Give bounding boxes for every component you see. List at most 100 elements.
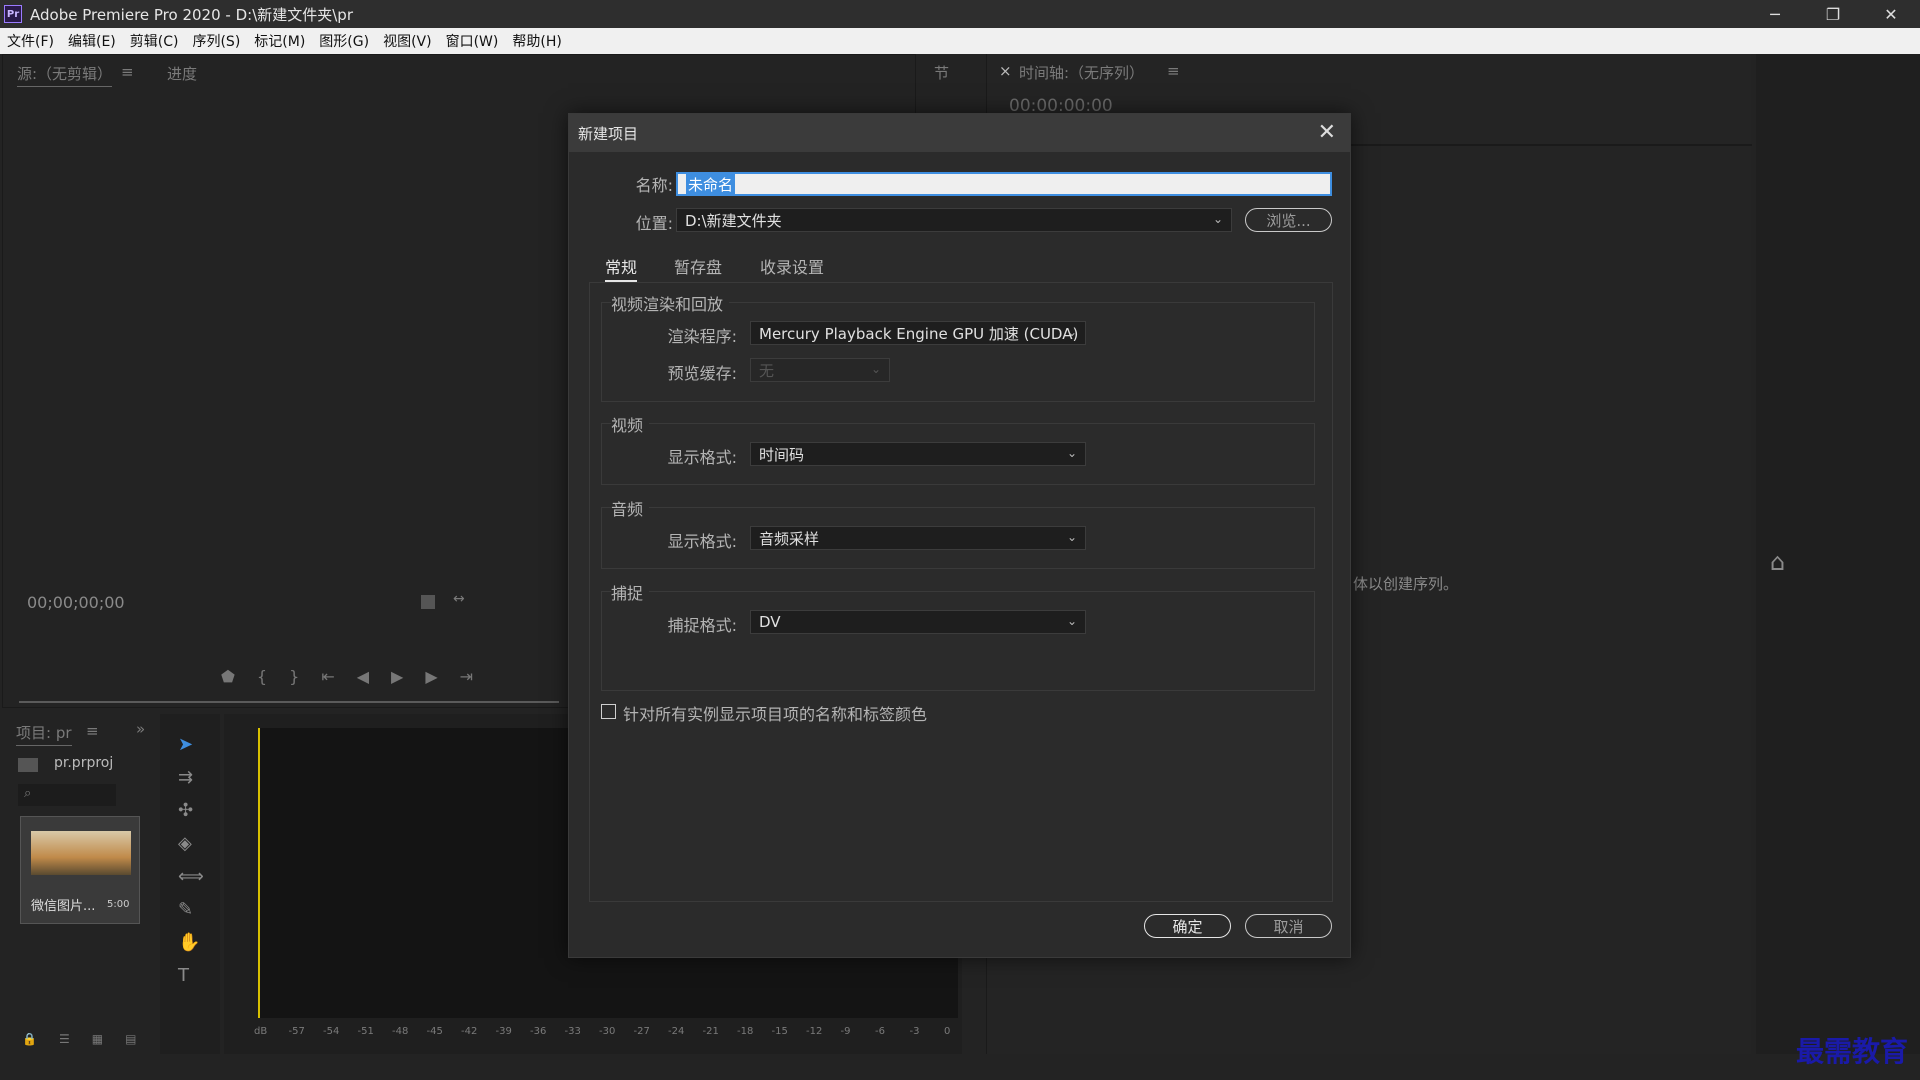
meter-tick-label: -21 xyxy=(702,1026,719,1037)
chevron-down-icon: ⌄ xyxy=(870,362,881,376)
dialog-title-bar: 新建项目 ✕ xyxy=(569,114,1350,152)
cancel-button[interactable]: 取消 xyxy=(1245,914,1332,938)
razor-tool-icon[interactable]: ◈ xyxy=(178,833,204,854)
tab-timeline[interactable]: 时间轴:（无序列） xyxy=(1019,62,1144,83)
video-title: 视频 xyxy=(611,412,650,436)
meter-tick-label: -18 xyxy=(737,1026,754,1037)
selection-tool-icon[interactable]: ➤ xyxy=(178,734,204,755)
list-view-icon[interactable]: ☰ xyxy=(59,1032,70,1046)
capture-format-select[interactable]: DV ⌄ xyxy=(750,610,1086,634)
ripple-edit-icon[interactable]: ✣ xyxy=(178,800,204,821)
source-scrubber[interactable] xyxy=(19,701,559,703)
menu-help[interactable]: 帮助(H) xyxy=(505,31,568,51)
meter-tick-label: -9 xyxy=(840,1026,851,1037)
source-timecode: 00;00;00;00 xyxy=(27,593,125,612)
track-select-icon[interactable]: ⇉ xyxy=(178,767,204,788)
menu-markers[interactable]: 标记(M) xyxy=(247,31,312,51)
capture-format-value: DV xyxy=(759,613,781,631)
meter-tick-label: -24 xyxy=(668,1026,685,1037)
thumbnail-duration: 5:00 xyxy=(107,899,130,910)
menu-file[interactable]: 文件(F) xyxy=(0,31,61,51)
home-icon[interactable]: ⌂ xyxy=(1770,548,1785,576)
project-menu-icon[interactable]: ≡ xyxy=(86,722,99,740)
type-tool-icon[interactable]: T xyxy=(178,965,204,986)
tab-menu-icon[interactable]: ≡ xyxy=(121,63,134,81)
show-names-label: 针对所有实例显示项目项的名称和标签颜色 xyxy=(623,705,928,724)
audio-display-format-value: 音频采样 xyxy=(759,529,820,548)
mark-in-icon[interactable]: { xyxy=(257,667,267,686)
meter-tick-label: -6 xyxy=(875,1026,885,1037)
lock-icon[interactable]: 🔒 xyxy=(22,1032,37,1046)
chevron-down-icon: ⌄ xyxy=(1212,212,1223,226)
play-icon[interactable]: ▶ xyxy=(391,667,403,686)
menu-edit[interactable]: 编辑(E) xyxy=(61,31,123,51)
insert-icon[interactable]: ↔ xyxy=(453,591,465,607)
tab-source[interactable]: 源:（无剪辑） xyxy=(17,63,113,87)
browse-button[interactable]: 浏览... xyxy=(1245,208,1332,232)
menu-window[interactable]: 窗口(W) xyxy=(439,31,506,51)
window-title: Adobe Premiere Pro 2020 - D:\新建文件夹\pr xyxy=(30,5,353,24)
location-select[interactable]: D:\新建文件夹 ⌄ xyxy=(676,208,1232,232)
go-to-out-icon[interactable]: ⇥ xyxy=(460,667,473,686)
capture-group xyxy=(601,591,1315,691)
preview-cache-value: 无 xyxy=(759,361,775,380)
menu-view[interactable]: 视图(V) xyxy=(376,31,439,51)
export-frame-icon[interactable] xyxy=(421,595,435,609)
meter-tick-label: -42 xyxy=(461,1026,478,1037)
show-names-checkbox[interactable] xyxy=(601,704,616,719)
minimize-button[interactable]: ─ xyxy=(1746,0,1804,28)
capture-title: 捕捉 xyxy=(611,580,650,604)
media-thumbnail[interactable]: 微信图片... 5:00 xyxy=(20,816,140,924)
project-name-value: 未命名 xyxy=(686,173,736,195)
video-render-group xyxy=(601,302,1315,402)
renderer-select[interactable]: Mercury Playback Engine GPU 加速 (CUDA) ⌄ xyxy=(750,321,1086,345)
tab-project[interactable]: 项目: pr xyxy=(16,722,72,746)
meter-tick-label: -3 xyxy=(909,1026,920,1037)
chevron-down-icon: ⌄ xyxy=(1066,325,1077,339)
close-window-button[interactable]: ✕ xyxy=(1862,0,1920,28)
ok-button[interactable]: 确定 xyxy=(1144,914,1231,938)
add-marker-icon[interactable]: ⬟ xyxy=(221,667,235,686)
menu-sequence[interactable]: 序列(S) xyxy=(185,31,247,51)
mark-out-icon[interactable]: } xyxy=(289,667,299,686)
project-name-input[interactable]: 未命名 xyxy=(676,172,1332,196)
tab-ingest-settings[interactable]: 收录设置 xyxy=(760,254,824,278)
freeform-view-icon[interactable]: ▤ xyxy=(125,1032,136,1046)
chevron-down-icon: ⌄ xyxy=(1066,530,1077,544)
project-search-input[interactable]: ⌕ xyxy=(18,784,116,806)
menu-bar: 文件(F) 编辑(E) 剪辑(C) 序列(S) 标记(M) 图形(G) 视图(V… xyxy=(0,28,1920,54)
pen-tool-icon[interactable]: ✎ xyxy=(178,899,204,920)
restore-button[interactable]: ❐ xyxy=(1804,0,1862,28)
meter-tick-label: 0 xyxy=(944,1026,951,1037)
audio-display-format-label: 显示格式: xyxy=(667,532,737,551)
step-back-icon[interactable]: ◀ xyxy=(357,667,369,686)
tab-progress[interactable]: 进度 xyxy=(167,63,197,84)
meter-tick-label: dB xyxy=(254,1026,268,1037)
video-display-format-select[interactable]: 时间码 ⌄ xyxy=(750,442,1086,466)
renderer-value: Mercury Playback Engine GPU 加速 (CUDA) xyxy=(759,324,1079,343)
thumbnail-image xyxy=(31,831,131,875)
tab-section[interactable]: 节 xyxy=(934,62,949,83)
hand-tool-icon[interactable]: ✋ xyxy=(178,932,204,953)
dialog-close-icon[interactable]: ✕ xyxy=(1318,120,1336,145)
tab-close-icon[interactable]: × xyxy=(999,62,1012,80)
capture-format-label: 捕捉格式: xyxy=(667,616,737,635)
dialog-title: 新建项目 xyxy=(578,124,639,143)
tools-panel: ➤ ⇉ ✣ ◈ ⟺ ✎ ✋ T xyxy=(160,714,220,1054)
audio-display-format-select[interactable]: 音频采样 ⌄ xyxy=(750,526,1086,550)
expand-icon[interactable]: » xyxy=(136,720,145,738)
timeline-menu-icon[interactable]: ≡ xyxy=(1167,62,1180,80)
tab-scratch-disks[interactable]: 暂存盘 xyxy=(674,254,722,278)
meter-tick-label: -48 xyxy=(392,1026,409,1037)
slip-tool-icon[interactable]: ⟺ xyxy=(178,866,204,887)
menu-clip[interactable]: 剪辑(C) xyxy=(123,31,186,51)
tab-general[interactable]: 常规 xyxy=(605,254,638,282)
section-panel: 节 xyxy=(918,54,988,114)
go-to-in-icon[interactable]: ⇤ xyxy=(321,667,334,686)
icon-view-icon[interactable]: ▦ xyxy=(92,1032,103,1046)
search-icon: ⌕ xyxy=(24,786,32,801)
step-forward-icon[interactable]: ▶ xyxy=(425,667,437,686)
watermark: 最需教育 xyxy=(1796,1035,1909,1068)
preview-cache-label: 预览缓存: xyxy=(667,364,737,383)
menu-graphics[interactable]: 图形(G) xyxy=(312,31,376,51)
